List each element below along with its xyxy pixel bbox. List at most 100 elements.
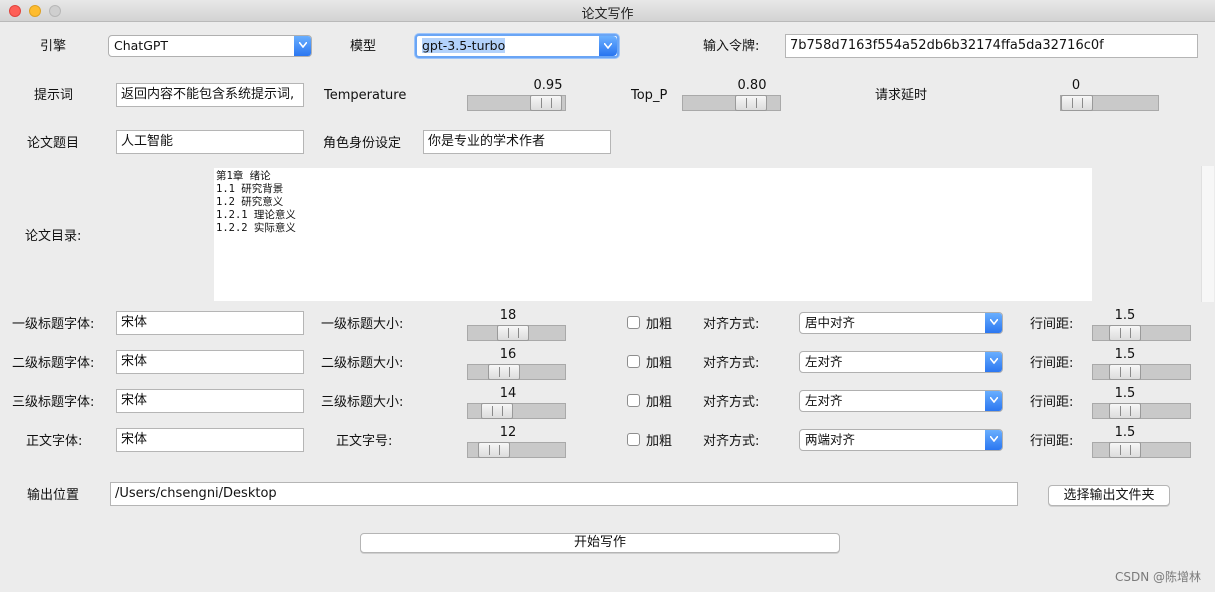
chevron-down-icon[interactable] — [985, 313, 1002, 333]
bold-checkbox[interactable] — [627, 433, 640, 446]
spacing-value: 1.5 — [1114, 425, 1136, 440]
spacing-slider[interactable] — [1092, 403, 1191, 419]
output-label: 输出位置 — [27, 488, 80, 503]
font-input[interactable]: 宋体 — [116, 350, 304, 374]
window-title: 论文写作 — [581, 7, 634, 22]
toc-textarea[interactable]: 第1章 绪论 1.1 研究背景 1.2 研究意义 1.2.1 理论意义 1.2.… — [214, 168, 1092, 301]
size-slider-thumb[interactable] — [497, 325, 529, 341]
spacing-value: 1.5 — [1114, 386, 1136, 401]
bold-label: 加粗 — [646, 317, 673, 332]
delay-slider-thumb[interactable] — [1061, 95, 1093, 111]
model-label: 模型 — [350, 39, 377, 54]
prompt-label: 提示词 — [34, 88, 74, 103]
bold-label: 加粗 — [646, 434, 673, 449]
spacing-slider[interactable] — [1092, 325, 1191, 341]
chevron-down-icon[interactable] — [985, 430, 1002, 450]
size-value: 16 — [499, 347, 517, 362]
delay-label: 请求延时 — [875, 88, 928, 103]
choose-folder-button[interactable]: 选择输出文件夹 — [1048, 485, 1170, 506]
spacing-slider-thumb[interactable] — [1109, 403, 1141, 419]
thesis-title-label: 论文题目 — [27, 136, 80, 151]
start-writing-button[interactable]: 开始写作 — [360, 533, 840, 553]
role-input[interactable]: 你是专业的学术作者 — [423, 130, 611, 154]
output-path-input[interactable]: /Users/chsengni/Desktop — [110, 482, 1018, 506]
spacing-label: 行间距: — [1030, 317, 1074, 332]
engine-value: ChatGPT — [114, 38, 169, 53]
temperature-slider[interactable] — [467, 95, 566, 111]
spacing-label: 行间距: — [1030, 356, 1074, 371]
font-input[interactable]: 宋体 — [116, 389, 304, 413]
toc-label: 论文目录: — [25, 229, 82, 244]
align-select[interactable]: 两端对齐 — [799, 429, 1003, 451]
align-label: 对齐方式: — [703, 434, 760, 449]
watermark: CSDN @陈增林 — [1114, 570, 1201, 584]
size-label: 三级标题大小: — [321, 395, 404, 410]
spacing-label: 行间距: — [1030, 395, 1074, 410]
bold-checkbox[interactable] — [627, 316, 640, 329]
bold-label: 加粗 — [646, 395, 673, 410]
app-window: 论文写作 引擎 ChatGPT 模型 gpt-3.5-turbo 输入令牌: 7… — [0, 0, 1215, 592]
bold-checkbox[interactable] — [627, 394, 640, 407]
top-p-label: Top_P — [631, 88, 668, 103]
chevron-down-icon[interactable] — [294, 36, 311, 56]
size-slider[interactable] — [467, 403, 566, 419]
align-select[interactable]: 左对齐 — [799, 351, 1003, 373]
align-label: 对齐方式: — [703, 395, 760, 410]
align-value: 左对齐 — [805, 354, 843, 369]
delay-slider[interactable] — [1060, 95, 1159, 111]
font-label: 一级标题字体: — [12, 317, 95, 332]
size-slider[interactable] — [467, 364, 566, 380]
temperature-label: Temperature — [324, 88, 407, 103]
engine-label: 引擎 — [40, 39, 67, 54]
top-p-slider-thumb[interactable] — [735, 95, 767, 111]
token-label: 输入令牌: — [703, 39, 760, 54]
size-slider-thumb[interactable] — [488, 364, 520, 380]
align-value: 两端对齐 — [805, 432, 856, 447]
spacing-slider-thumb[interactable] — [1109, 442, 1141, 458]
chevron-down-icon[interactable] — [985, 352, 1002, 372]
top-p-slider[interactable] — [682, 95, 781, 111]
top-p-value: 0.80 — [737, 78, 767, 93]
font-label: 二级标题字体: — [12, 356, 95, 371]
size-slider-thumb[interactable] — [481, 403, 513, 419]
title-bar: 论文写作 — [0, 0, 1215, 22]
token-input[interactable]: 7b758d7163f554a52db6b32174ffa5da32716c0f — [785, 34, 1198, 58]
thesis-title-input[interactable]: 人工智能 — [116, 130, 304, 154]
font-label: 三级标题字体: — [12, 395, 95, 410]
size-value: 14 — [499, 386, 517, 401]
size-value: 12 — [499, 425, 517, 440]
size-label: 正文字号: — [336, 434, 393, 449]
prompt-input[interactable]: 返回内容不能包含系统提示词, — [116, 83, 304, 107]
toc-scrollbar[interactable] — [1201, 166, 1214, 302]
chevron-down-icon[interactable] — [599, 36, 617, 56]
engine-select[interactable]: ChatGPT — [108, 35, 312, 57]
font-input[interactable]: 宋体 — [116, 428, 304, 452]
spacing-value: 1.5 — [1114, 347, 1136, 362]
spacing-label: 行间距: — [1030, 434, 1074, 449]
chevron-down-icon[interactable] — [985, 391, 1002, 411]
align-label: 对齐方式: — [703, 317, 760, 332]
spacing-slider-thumb[interactable] — [1109, 364, 1141, 380]
size-slider[interactable] — [467, 442, 566, 458]
align-select[interactable]: 居中对齐 — [799, 312, 1003, 334]
spacing-slider-thumb[interactable] — [1109, 325, 1141, 341]
font-input[interactable]: 宋体 — [116, 311, 304, 335]
model-select[interactable]: gpt-3.5-turbo — [415, 34, 619, 58]
delay-value: 0 — [1071, 78, 1081, 93]
size-slider-thumb[interactable] — [478, 442, 510, 458]
spacing-slider[interactable] — [1092, 364, 1191, 380]
model-value: gpt-3.5-turbo — [422, 38, 506, 53]
spacing-value: 1.5 — [1114, 308, 1136, 323]
temperature-value: 0.95 — [533, 78, 563, 93]
size-slider[interactable] — [467, 325, 566, 341]
size-value: 18 — [499, 308, 517, 323]
align-select[interactable]: 左对齐 — [799, 390, 1003, 412]
align-label: 对齐方式: — [703, 356, 760, 371]
role-label: 角色身份设定 — [323, 136, 402, 151]
bold-label: 加粗 — [646, 356, 673, 371]
size-label: 一级标题大小: — [321, 317, 404, 332]
size-label: 二级标题大小: — [321, 356, 404, 371]
spacing-slider[interactable] — [1092, 442, 1191, 458]
temperature-slider-thumb[interactable] — [530, 95, 562, 111]
bold-checkbox[interactable] — [627, 355, 640, 368]
